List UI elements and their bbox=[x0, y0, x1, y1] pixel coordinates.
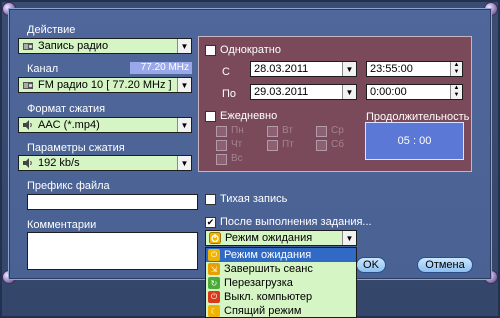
dropdown-item-logoff[interactable]: ⇲ Завершить сеанс bbox=[206, 262, 356, 276]
day-label-tue: Вт bbox=[282, 125, 293, 136]
day-label-sun: Вс bbox=[231, 153, 243, 164]
to-time-value: 0:00:00 bbox=[370, 86, 407, 98]
format-value: AAC (*.mp4) bbox=[38, 119, 100, 131]
chevron-down-icon[interactable]: ▼ bbox=[177, 118, 191, 132]
radio-tower-icon bbox=[21, 40, 35, 52]
cancel-button[interactable]: Отмена bbox=[417, 257, 473, 273]
dropdown-item-label: Режим ожидания bbox=[224, 249, 312, 261]
once-label: Однократно bbox=[220, 44, 281, 56]
dropdown-item-label: Перезагрузка bbox=[224, 277, 293, 289]
chevron-down-icon[interactable]: ▼ bbox=[177, 156, 191, 170]
standby-icon: ⏻ bbox=[208, 249, 220, 261]
chevron-down-icon[interactable]: ▼ bbox=[177, 39, 191, 53]
day-checkbox-sat[interactable] bbox=[316, 140, 327, 151]
chevron-down-icon[interactable]: ▼ bbox=[342, 85, 356, 99]
duration-display: 05 : 00 bbox=[365, 122, 464, 160]
chevron-down-icon[interactable]: ▼ bbox=[177, 78, 191, 92]
to-label: По bbox=[222, 88, 237, 100]
channel-label: Канал bbox=[27, 63, 59, 75]
checkmark-icon: ✔ bbox=[206, 217, 215, 227]
ok-label: OK bbox=[363, 259, 379, 271]
sleep-icon: ☾ bbox=[208, 305, 220, 317]
channel-value: FM радио 10 [ 77.20 MHz ] bbox=[38, 79, 172, 91]
cancel-label: Отмена bbox=[425, 259, 465, 271]
daily-label: Ежедневно bbox=[220, 110, 278, 122]
daily-checkbox[interactable] bbox=[205, 111, 216, 122]
radio-icon bbox=[21, 79, 35, 91]
channel-select[interactable]: FM радио 10 [ 77.20 MHz ] ▼ bbox=[18, 77, 192, 93]
power-icon: ⏻ bbox=[208, 291, 220, 303]
prefix-label: Префикс файла bbox=[27, 180, 110, 192]
day-checkbox-thu[interactable] bbox=[216, 140, 227, 151]
spin-buttons[interactable]: ▲ ▼ bbox=[450, 85, 462, 99]
comments-label: Комментарии bbox=[27, 219, 97, 231]
dropdown-item-sleep[interactable]: ☾ Спящий режим bbox=[206, 304, 356, 317]
speaker-icon bbox=[21, 157, 35, 169]
dropdown-item-shutdown[interactable]: ⏻ Выкл. компьютер bbox=[206, 290, 356, 304]
speaker-icon bbox=[21, 119, 35, 131]
standby-icon bbox=[208, 232, 222, 244]
from-date-value: 28.03.2011 bbox=[254, 63, 309, 75]
day-checkbox-mon[interactable] bbox=[216, 126, 227, 137]
quiet-label: Тихая запись bbox=[220, 193, 288, 205]
after-task-select[interactable]: Режим ожидания ▼ bbox=[205, 230, 357, 246]
format-label: Формат сжатия bbox=[27, 103, 106, 115]
action-select[interactable]: Запись радио ▼ bbox=[18, 38, 192, 54]
from-date-picker[interactable]: 28.03.2011 ▼ bbox=[250, 61, 357, 77]
day-label-fri: Пт bbox=[282, 139, 294, 150]
comments-textarea[interactable] bbox=[27, 232, 198, 270]
day-checkbox-tue[interactable] bbox=[267, 126, 278, 137]
day-checkbox-wed[interactable] bbox=[316, 126, 327, 137]
format-select[interactable]: AAC (*.mp4) ▼ bbox=[18, 117, 192, 133]
dropdown-item-label: Выкл. компьютер bbox=[224, 291, 313, 303]
after-task-label: После выполнения задания... bbox=[220, 216, 372, 228]
after-task-value: Режим ожидания bbox=[225, 232, 313, 244]
from-time-spinner[interactable]: 23:55:00 ▲ ▼ bbox=[366, 61, 463, 77]
dropdown-item-label: Спящий режим bbox=[224, 305, 302, 317]
day-label-sat: Сб bbox=[331, 139, 344, 150]
day-checkbox-sun[interactable] bbox=[216, 154, 227, 165]
restart-icon: ↻ bbox=[208, 277, 220, 289]
after-task-dropdown-list: ⏻ Режим ожидания ⇲ Завершить сеанс ↻ Пер… bbox=[205, 247, 357, 318]
dropdown-item-label: Завершить сеанс bbox=[224, 263, 313, 275]
to-date-picker[interactable]: 29.03.2011 ▼ bbox=[250, 84, 357, 100]
day-label-wed: Ср bbox=[331, 125, 344, 136]
from-time-value: 23:55:00 bbox=[370, 63, 413, 75]
ok-button[interactable]: OK bbox=[356, 257, 386, 273]
spin-buttons[interactable]: ▲ ▼ bbox=[450, 62, 462, 76]
prefix-input[interactable] bbox=[27, 194, 198, 210]
dropdown-item-standby[interactable]: ⏻ Режим ожидания bbox=[206, 248, 356, 262]
from-label: С bbox=[222, 66, 230, 78]
day-label-mon: Пн bbox=[231, 125, 244, 136]
channel-frequency: 77.20 MHz bbox=[130, 62, 192, 74]
day-checkbox-fri[interactable] bbox=[267, 140, 278, 151]
to-time-spinner[interactable]: 0:00:00 ▲ ▼ bbox=[366, 84, 463, 100]
action-value: Запись радио bbox=[38, 40, 109, 52]
once-checkbox[interactable] bbox=[205, 45, 216, 56]
to-date-value: 29.03.2011 bbox=[254, 86, 309, 98]
duration-value: 05 : 00 bbox=[397, 135, 432, 147]
action-label: Действие bbox=[27, 24, 76, 36]
quiet-checkbox[interactable] bbox=[205, 194, 216, 205]
params-value: 192 kb/s bbox=[38, 157, 80, 169]
chevron-down-icon[interactable]: ▼ bbox=[342, 231, 356, 245]
params-label: Параметры сжатия bbox=[27, 142, 125, 154]
after-task-checkbox[interactable]: ✔ bbox=[205, 217, 216, 228]
logoff-icon: ⇲ bbox=[208, 263, 220, 275]
dropdown-item-restart[interactable]: ↻ Перезагрузка bbox=[206, 276, 356, 290]
chevron-down-icon[interactable]: ▼ bbox=[342, 62, 356, 76]
params-select[interactable]: 192 kb/s ▼ bbox=[18, 155, 192, 171]
day-label-thu: Чт bbox=[231, 139, 243, 150]
